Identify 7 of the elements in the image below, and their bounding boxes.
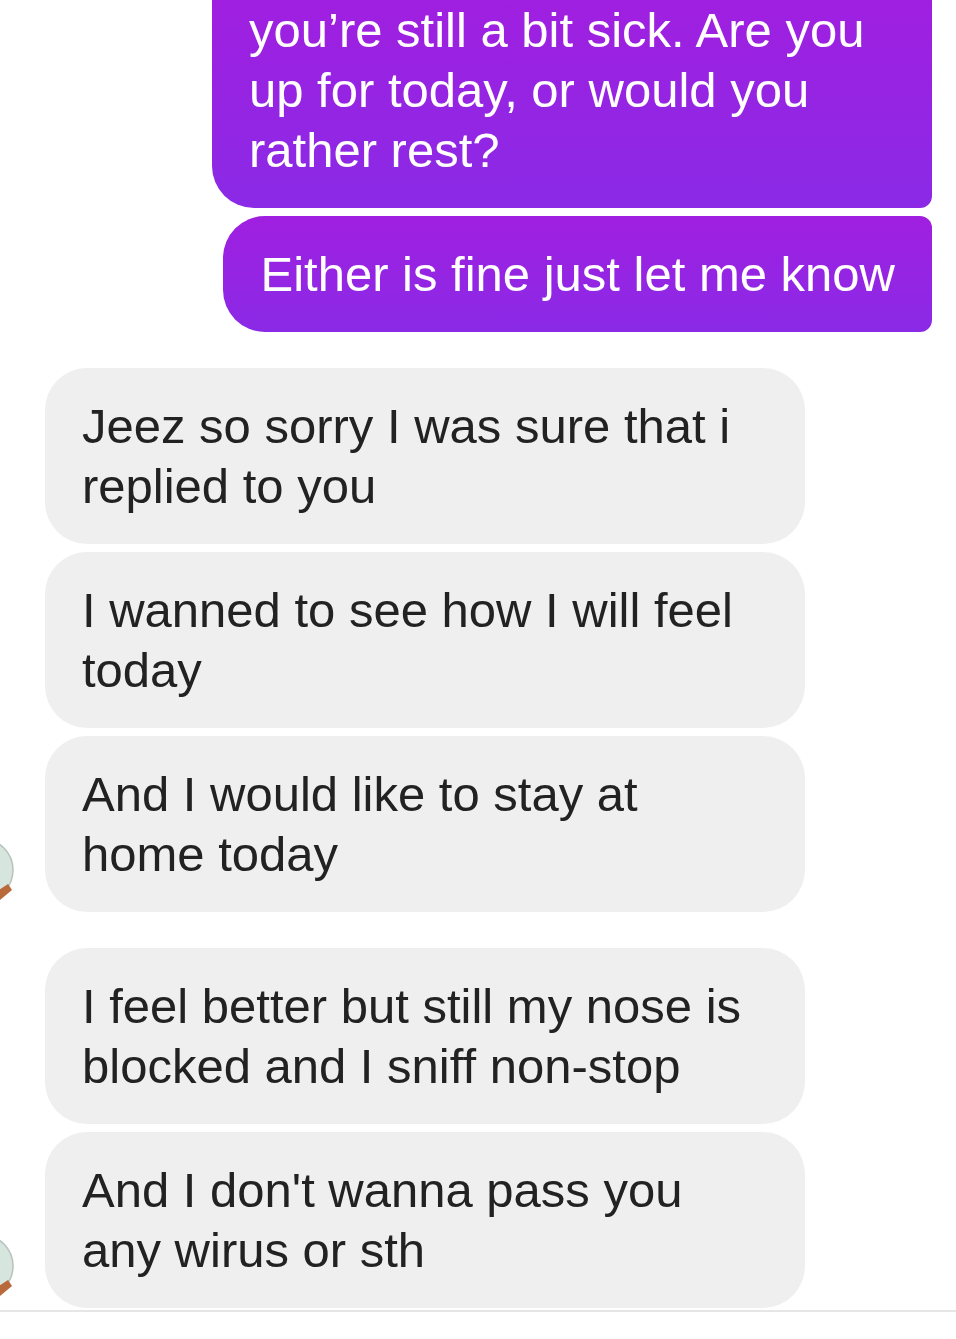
message-bubble: Either is fine just let me know bbox=[223, 216, 932, 332]
message-bubble: And I would like to stay at home today bbox=[45, 736, 805, 912]
message-bubble: I feel better but still my nose is blocked and I sniff non-stop bbox=[45, 948, 805, 1124]
message-bubble: you’re still a bit sick. Are you up for today, or would you rather rest? bbox=[212, 0, 932, 208]
message-bubble: And I don't wanna pass you any wirus or sth bbox=[45, 1132, 805, 1308]
message-bubble: I wanned to see how I will feel today bbox=[45, 552, 805, 728]
message-bubble: Jeez so sorry I was sure that i replied to you bbox=[45, 368, 805, 544]
